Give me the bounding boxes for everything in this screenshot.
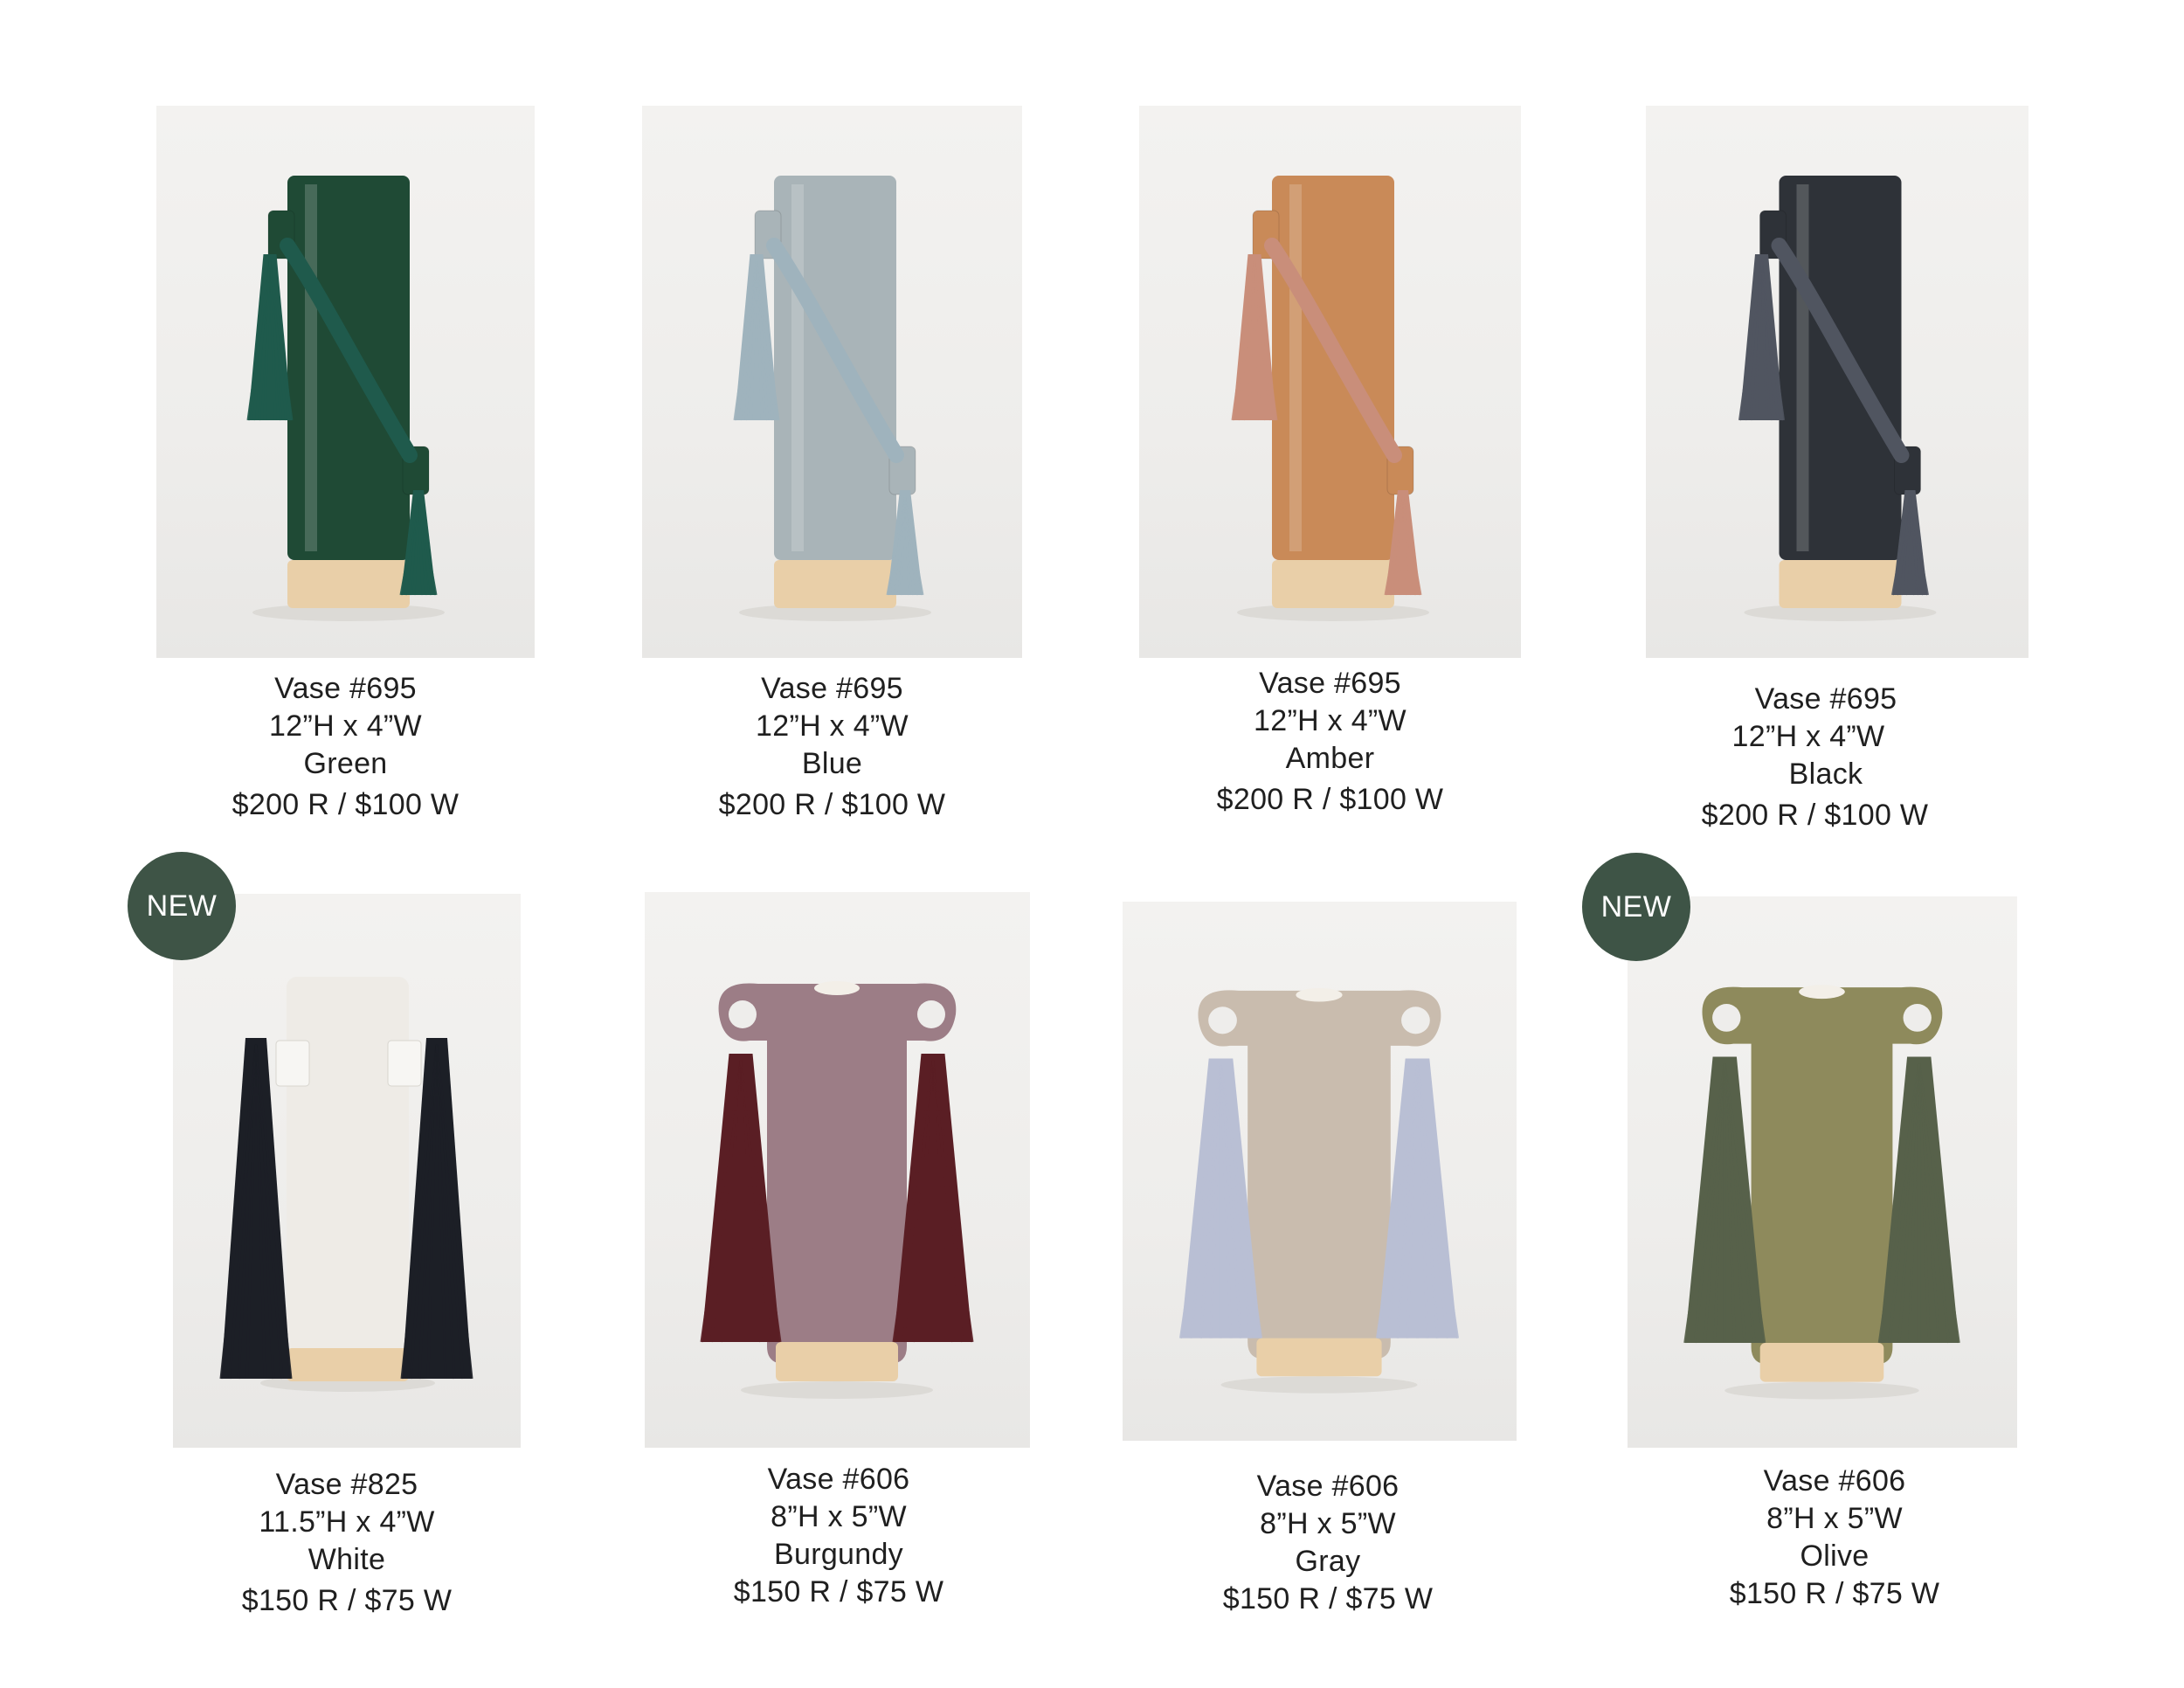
- product-photo: [645, 892, 1030, 1448]
- product-color: Olive: [1800, 1539, 1870, 1573]
- product-color: Green: [303, 747, 388, 780]
- vase-illustration: [733, 176, 931, 621]
- shadow: [741, 1381, 933, 1399]
- shadow: [1724, 1381, 1919, 1400]
- product-name: Vase #606: [767, 1463, 910, 1496]
- vase-illustration: [219, 977, 473, 1392]
- product-color: Burgundy: [774, 1538, 903, 1571]
- vase-mouth: [1799, 985, 1845, 1000]
- product-caption: Vase #606 8”H x 5”W Gray $150 R / $75 W: [1171, 1468, 1485, 1618]
- vase-body: [1751, 996, 1893, 1365]
- product-photo: [173, 894, 521, 1448]
- left-hole: [1208, 1007, 1237, 1034]
- product-size: 8”H x 5”W: [771, 1500, 907, 1533]
- left-tassel: [246, 254, 294, 421]
- product-caption: Vase #695 12”H x 4”W Blue $200 R / $100 …: [642, 670, 1022, 824]
- vase-foot: [1759, 1342, 1884, 1382]
- vase-illustration: [1738, 176, 1937, 621]
- left-loop: [275, 1040, 310, 1087]
- product-price: $200 R / $100 W: [1701, 799, 1929, 832]
- vase-mouth: [814, 981, 860, 995]
- product-size: 8”H x 5”W: [1766, 1502, 1903, 1535]
- product-color: Amber: [1285, 742, 1375, 775]
- vase-foot: [774, 560, 896, 608]
- vase-body: [287, 977, 409, 1352]
- product-price: $200 R / $100 W: [232, 788, 460, 821]
- product-caption: Vase #606 8”H x 5”W Burgundy $150 R / $7…: [681, 1461, 996, 1611]
- product-caption: Vase #606 8”H x 5”W Olive $150 R / $75 W: [1677, 1463, 1992, 1613]
- vase-foot: [287, 1348, 409, 1381]
- right-tassel: [400, 1038, 473, 1380]
- vase-illustration: [1683, 985, 1960, 1400]
- right-loop: [387, 1040, 422, 1087]
- product-photo: [1628, 896, 2017, 1448]
- product-price: $200 R / $100 W: [718, 788, 946, 821]
- product-color: White: [308, 1543, 386, 1576]
- vase-illustration: [700, 981, 974, 1399]
- vase-foot: [1779, 560, 1902, 608]
- vase-foot: [1272, 560, 1394, 608]
- product-size: 8”H x 5”W: [1260, 1507, 1396, 1540]
- product-price: $150 R / $75 W: [733, 1575, 944, 1608]
- product-color: Blue: [801, 747, 863, 780]
- product-name: Vase #695: [274, 672, 417, 705]
- product-caption: Vase #695 12”H x 4”W Black $200 R / $100…: [1695, 681, 1957, 834]
- product-photo: [156, 106, 535, 658]
- product-price: $150 R / $75 W: [1729, 1577, 1940, 1610]
- product-size: 12”H x 4”W: [756, 709, 909, 743]
- product-name: Vase #825: [275, 1468, 418, 1501]
- left-tassel: [1231, 254, 1278, 421]
- left-tassel: [1738, 254, 1785, 421]
- new-badge: NEW: [1582, 853, 1690, 961]
- product-color: Black: [1788, 758, 1863, 791]
- product-caption: Vase #695 12”H x 4”W Amber $200 R / $100…: [1139, 665, 1521, 819]
- left-hole: [729, 1000, 757, 1028]
- right-hole: [917, 1000, 945, 1028]
- product-photo: [1123, 902, 1517, 1441]
- left-hole: [1712, 1004, 1741, 1032]
- product-caption: Vase #695 12”H x 4”W Green $200 R / $100…: [156, 670, 535, 824]
- vase-foot: [776, 1342, 898, 1381]
- vase-body: [767, 993, 907, 1364]
- vase-illustration: [1231, 176, 1429, 621]
- shadow: [1220, 1376, 1418, 1394]
- product-name: Vase #695: [1259, 667, 1401, 700]
- vase-foot: [287, 560, 410, 608]
- product-size: 12”H x 4”W: [1731, 720, 1885, 753]
- product-size: 12”H x 4”W: [1254, 704, 1406, 737]
- product-color: Gray: [1295, 1545, 1361, 1578]
- new-badge: NEW: [128, 852, 236, 960]
- left-tassel: [219, 1038, 293, 1380]
- product-name: Vase #695: [761, 672, 903, 705]
- product-size: 12”H x 4”W: [269, 709, 422, 743]
- product-photo: [1139, 106, 1521, 658]
- product-name: Vase #606: [1763, 1464, 1906, 1498]
- product-size: 11.5”H x 4”W: [259, 1505, 435, 1539]
- product-price: $150 R / $75 W: [241, 1584, 453, 1617]
- vase-illustration: [246, 176, 445, 621]
- vase-mouth: [1296, 987, 1343, 1002]
- right-hole: [1903, 1004, 1932, 1032]
- product-price: $150 R / $75 W: [1222, 1582, 1434, 1615]
- product-price: $200 R / $100 W: [1216, 783, 1444, 816]
- product-caption: Vase #825 11.5”H x 4”W White $150 R / $7…: [173, 1466, 521, 1620]
- product-name: Vase #606: [1256, 1470, 1400, 1503]
- right-hole: [1401, 1007, 1430, 1034]
- left-tassel: [733, 254, 780, 421]
- vase-foot: [1256, 1338, 1382, 1377]
- product-name: Vase #695: [1754, 682, 1897, 716]
- vase-body: [1248, 999, 1391, 1359]
- product-photo: [642, 106, 1022, 658]
- product-photo: [1646, 106, 2028, 658]
- vase-illustration: [1178, 987, 1460, 1394]
